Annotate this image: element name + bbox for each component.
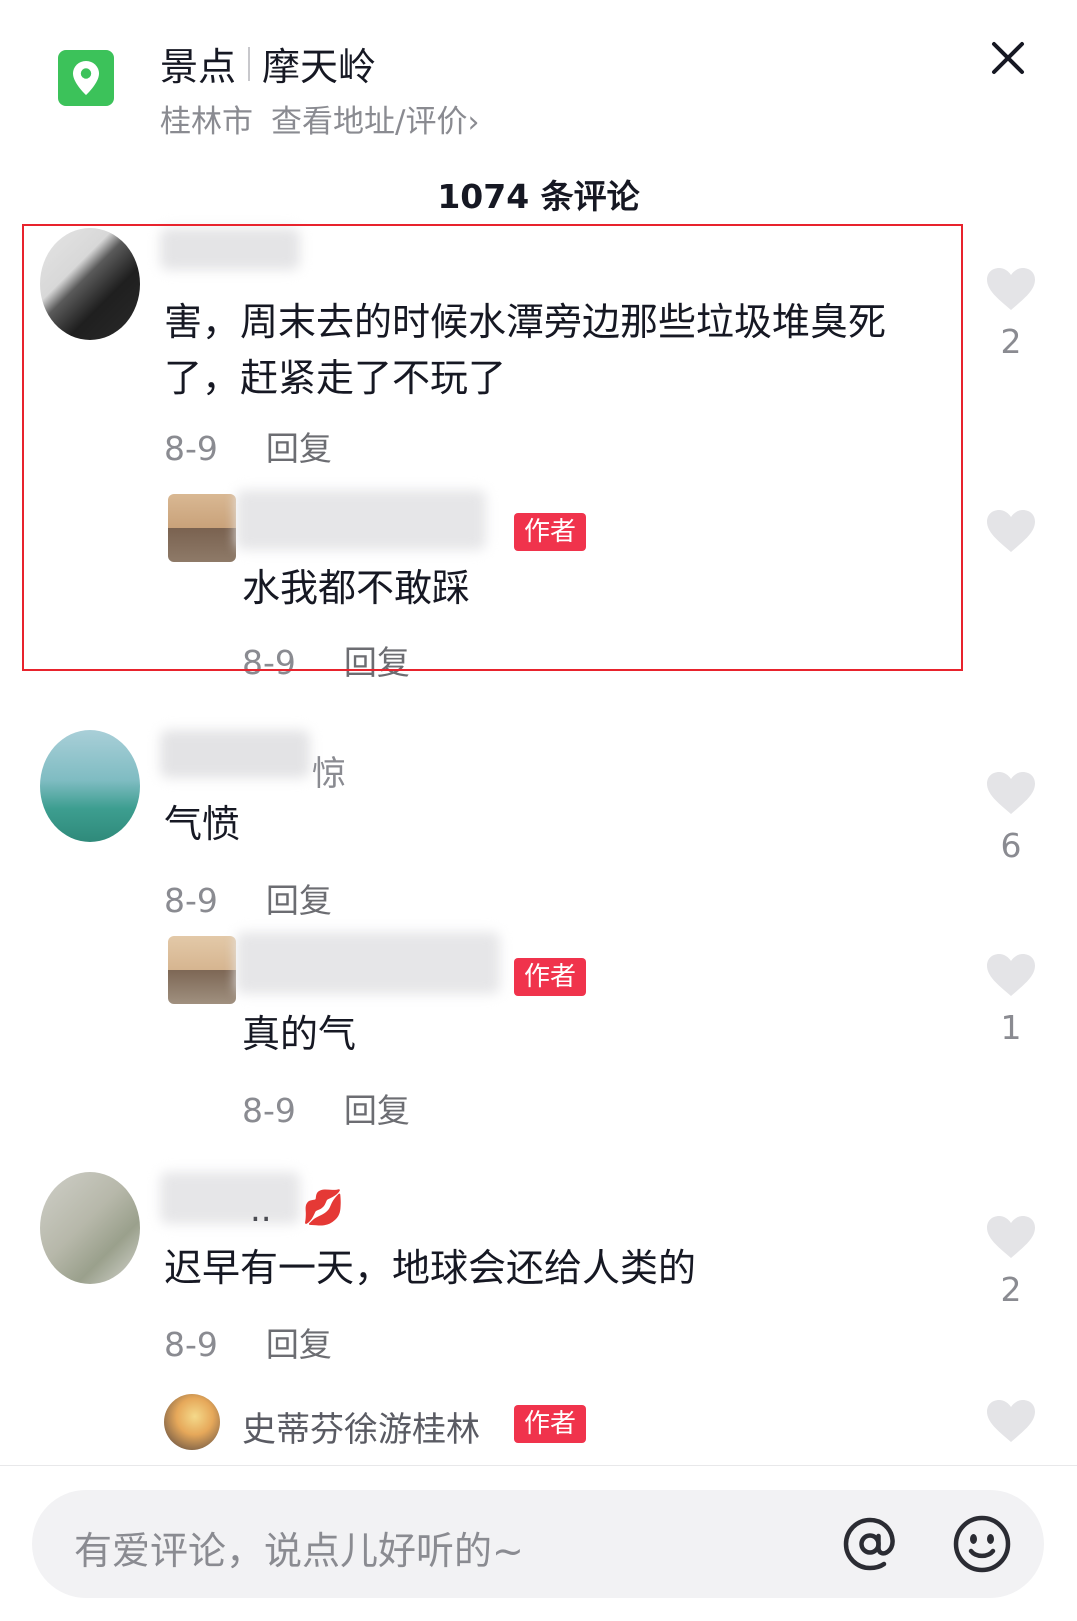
close-button[interactable] — [986, 36, 1030, 80]
username-suffix: 惊 — [312, 754, 346, 794]
close-icon — [992, 42, 1024, 74]
comment-meta: 8-9 回复 — [164, 1318, 332, 1366]
reply-username[interactable]: 史蒂芬徐游桂林 — [242, 1402, 480, 1451]
like-button[interactable]: 2 — [985, 1214, 1037, 1309]
mention-at-icon[interactable] — [838, 1512, 902, 1576]
heart-icon — [987, 1400, 1035, 1442]
avatar[interactable] — [40, 730, 140, 842]
comment-date: 8-9 — [164, 881, 218, 920]
comment-text: 气愤 — [164, 802, 241, 846]
comment-date: 8-9 — [164, 1325, 218, 1364]
username-blurred[interactable] — [160, 1172, 300, 1224]
heart-icon — [987, 510, 1035, 552]
emoji-icon[interactable] — [950, 1512, 1014, 1576]
comment-meta: 8-9 回复 — [164, 874, 332, 922]
view-address-link[interactable]: 查看地址/评价› — [271, 96, 479, 141]
like-count: 2 — [1000, 322, 1022, 361]
username-blurred[interactable] — [160, 730, 310, 778]
reply-meta: 8-9 回复 — [242, 1084, 410, 1132]
author-badge: 作者 — [514, 1405, 587, 1443]
input-divider — [0, 1465, 1077, 1466]
heart-icon — [987, 268, 1035, 310]
like-count: 6 — [1000, 826, 1022, 865]
highlight-box — [22, 224, 963, 671]
reply-username-blurred[interactable] — [236, 932, 500, 994]
heart-icon — [987, 954, 1035, 996]
location-icon — [58, 50, 114, 106]
author-badge: 作者 — [514, 958, 587, 996]
comment-count: 1074 条评论 — [437, 177, 640, 216]
reply-date: 8-9 — [242, 1091, 296, 1130]
like-button[interactable]: 2 — [985, 266, 1037, 361]
poi-subtitle[interactable]: 桂林市 查看地址/评价› — [160, 96, 479, 141]
chevron-right-icon: › — [467, 105, 480, 140]
poi-city: 桂林市 — [160, 104, 253, 140]
heart-icon — [987, 772, 1035, 814]
reply-avatar[interactable] — [164, 1394, 220, 1450]
comment-input-placeholder[interactable]: 有爱评论，说点儿好听的~ — [74, 1520, 524, 1575]
like-button[interactable] — [985, 508, 1037, 558]
title-divider — [248, 46, 251, 81]
avatar[interactable] — [40, 1172, 140, 1284]
like-button[interactable]: 1 — [985, 952, 1037, 1047]
poi-name: 摩天岭 — [262, 45, 377, 89]
reply-button[interactable]: 回复 — [344, 1091, 410, 1130]
username-suffix: .. — [250, 1190, 272, 1230]
lips-emoji-icon: 💋 — [302, 1188, 345, 1228]
reply-button[interactable]: 回复 — [266, 881, 332, 920]
heart-icon — [987, 1216, 1035, 1258]
like-count: 2 — [1000, 1270, 1022, 1309]
poi-title[interactable]: 景点 摩天岭 — [160, 36, 376, 91]
reply-avatar[interactable] — [168, 936, 236, 1004]
reply-text: 真的气 — [242, 1012, 357, 1056]
like-count: 1 — [1000, 1008, 1022, 1047]
like-button[interactable]: 6 — [985, 770, 1037, 865]
poi-category: 景点 — [160, 45, 237, 89]
reply-button[interactable]: 回复 — [266, 1325, 332, 1364]
like-button[interactable] — [985, 1398, 1037, 1448]
comment-text: 迟早有一天，地球会还给人类的 — [164, 1246, 697, 1290]
